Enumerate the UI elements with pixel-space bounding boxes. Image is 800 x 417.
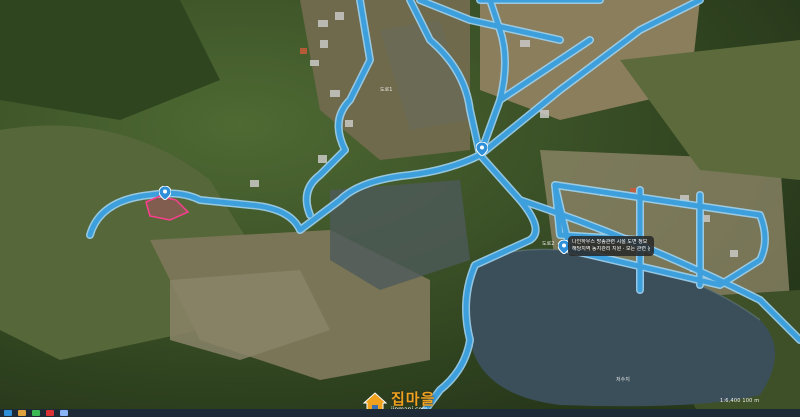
browser-icon[interactable] [32,410,40,416]
info-popup[interactable]: 나인하우스 방송관련 시설 도면 정보 해당지역 농지관리 지원 · 모든 관련… [568,236,654,256]
app-icon[interactable] [46,410,54,416]
folder-icon[interactable] [18,410,26,416]
popup-line-1: 나인하우스 방송관련 시설 도면 정보 [572,239,648,245]
pin-parcel[interactable] [159,186,171,200]
pin-junction[interactable] [476,142,488,156]
brand-name: 집마을 [391,390,436,408]
map-canvas[interactable]: 나인하우스 방송관련 시설 도면 정보 해당지역 농지관리 지원 · 모든 관련… [0,0,800,417]
taskbar [0,409,800,417]
window-icon[interactable] [60,410,68,416]
road-label-2: 도로2 [542,241,555,247]
scale-bar-text: 1:6,400 100 m [720,398,760,404]
popup-line-2: 해당지역 농지관리 지원 · 모든 관련 문의 [572,246,650,252]
lake-label: 저수지 [616,377,630,383]
road-label-1: 도로1 [380,87,393,93]
satellite-base [0,0,800,417]
start-icon[interactable] [4,410,12,416]
